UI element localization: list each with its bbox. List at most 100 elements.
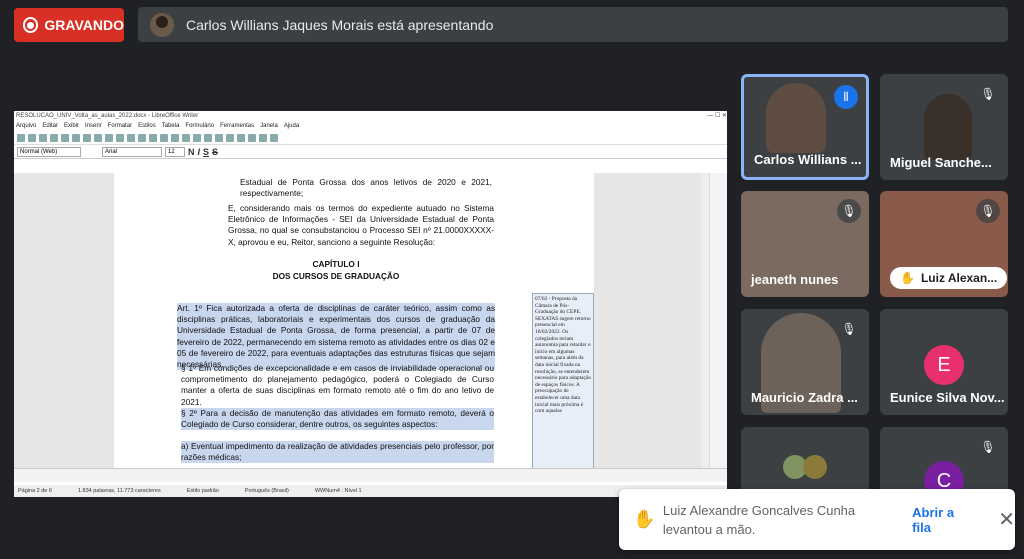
paragraph-style-select[interactable]: Normal (Web) — [17, 146, 81, 157]
sidebar-deck[interactable] — [709, 173, 727, 481]
hand-icon: ✋ — [633, 509, 656, 529]
participant-tile[interactable]: 🎙 jeaneth nunes — [741, 191, 869, 297]
participant-name: Eunice Silva Nov... — [890, 390, 1005, 405]
toolbar-icon[interactable] — [28, 133, 36, 142]
strikethrough-icon[interactable]: S — [212, 147, 218, 157]
toolbar-icon[interactable] — [182, 133, 190, 142]
font-name-select[interactable]: Arial — [102, 146, 162, 157]
participant-name: Mauricio Zadra ... — [751, 390, 858, 405]
recording-label: GRAVANDO — [44, 17, 124, 33]
comment-box[interactable]: 07/02 - Proposta da Câmara de Pós-Gradua… — [532, 293, 594, 481]
presenter-banner: Carlos Willians Jaques Morais está apres… — [138, 7, 1008, 42]
participant-tile[interactable]: 🎙 Miguel Sanche... — [880, 74, 1008, 180]
chapter-subtitle: DOS CURSOS DE GRADUAÇÃO — [272, 271, 400, 281]
shared-screen: RESOLUCAO_UNIV_Volta_as_aulas_2022.docx … — [14, 111, 727, 497]
doc-paragraph-2: § 2º Para a decisão de manutenção das at… — [181, 408, 494, 431]
window-title: RESOLUCAO_UNIV_Volta_as_aulas_2022.docx … — [16, 113, 199, 119]
underline-icon[interactable]: S — [203, 147, 209, 157]
menu-item[interactable]: Exibir — [64, 121, 79, 131]
menu-item[interactable]: Arquivo — [16, 121, 36, 131]
toolbar-icon[interactable] — [17, 133, 25, 142]
font-size-select[interactable]: 12 — [165, 146, 185, 157]
open-queue-button[interactable]: Abrir a fila — [912, 505, 976, 535]
mic-off-icon: 🎙 — [976, 435, 1000, 459]
status-level: WWNum4 : Nível 1 — [314, 488, 362, 494]
toolbar-icon[interactable] — [215, 133, 223, 142]
doc-article-1: Art. 1º Fica autorizada a oferta de disc… — [177, 303, 495, 371]
toolbar-icon[interactable] — [171, 133, 179, 142]
toolbar-icon[interactable] — [72, 133, 80, 142]
menu-item[interactable]: Editar — [42, 121, 58, 131]
presenter-text: Carlos Willians Jaques Morais está apres… — [186, 16, 494, 33]
italic-icon[interactable]: I — [198, 147, 201, 157]
toolbar-icon[interactable] — [270, 133, 278, 142]
menu-item[interactable]: Formatar — [108, 121, 132, 131]
toolbar-icon[interactable] — [237, 133, 245, 142]
standard-toolbar — [14, 131, 727, 145]
participant-tile[interactable]: 🎙 ✋ Luiz Alexan... — [880, 191, 1008, 297]
menu-item[interactable]: Inserir — [85, 121, 102, 131]
mic-off-icon: 🎙 — [837, 199, 861, 223]
document-page[interactable]: Estadual de Ponta Grossa dos anos letivo… — [114, 173, 594, 481]
menu-item[interactable]: Tabela — [162, 121, 180, 131]
participant-avatar: E — [924, 345, 964, 385]
toolbar-icon[interactable] — [94, 133, 102, 142]
toolbar-icon[interactable] — [105, 133, 113, 142]
recording-badge[interactable]: GRAVANDO — [14, 8, 124, 42]
menu-bar: Arquivo Editar Exibir Inserir Formatar E… — [14, 121, 727, 131]
doc-paragraph-1: § 1º Em condições de excepcionalidade e … — [181, 363, 494, 407]
notification-text: Luiz Alexandre Goncalves Cunha levantou … — [662, 502, 856, 537]
toolbar-icon[interactable] — [138, 133, 146, 142]
toolbar-icon[interactable] — [83, 133, 91, 142]
mic-off-icon: 🎙 — [976, 199, 1000, 223]
menu-item[interactable]: Ferramentas — [220, 121, 254, 131]
status-language: Português (Brasil) — [244, 488, 289, 494]
toolbar-icon[interactable] — [248, 133, 256, 142]
doc-paragraph: Estadual de Ponta Grossa dos anos letivo… — [240, 177, 492, 199]
status-page: Página 2 de 6 — [18, 488, 52, 494]
menu-item[interactable]: Ajuda — [284, 121, 299, 131]
close-icon[interactable]: ✕ — [998, 507, 1015, 532]
window-controls: — ☐ ✕ — [707, 113, 727, 119]
toolbar-icon[interactable] — [193, 133, 201, 142]
participant-video — [924, 94, 972, 160]
toolbar-icon[interactable] — [226, 133, 234, 142]
document-area: Estadual de Ponta Grossa dos anos letivo… — [14, 173, 714, 481]
participant-tile[interactable]: 🎙 Mauricio Zadra ... — [741, 309, 869, 415]
participant-avatar — [803, 455, 827, 479]
presenter-avatar — [150, 12, 174, 37]
mic-off-icon: 🎙 — [837, 317, 861, 341]
status-words: 1.834 palavras, 11.773 caracteres — [77, 488, 161, 494]
toolbar-icon[interactable] — [116, 133, 124, 142]
participant-tile[interactable]: E Eunice Silva Nov... — [880, 309, 1008, 415]
toolbar-icon[interactable] — [160, 133, 168, 142]
toolbar-icon[interactable] — [50, 133, 58, 142]
participant-name: jeaneth nunes — [751, 272, 839, 287]
participant-name: Luiz Alexan... — [920, 271, 998, 285]
status-style: Estilo padrão — [186, 488, 219, 494]
record-icon — [23, 17, 39, 33]
window-titlebar: RESOLUCAO_UNIV_Volta_as_aulas_2022.docx … — [14, 111, 727, 121]
participant-name: Carlos Willians ... — [754, 152, 862, 167]
chapter-title: CAPÍTULO I — [312, 259, 360, 269]
formatting-toolbar: Normal (Web) Arial 12 NISS — [14, 145, 727, 159]
participant-tile[interactable]: ⦀ Carlos Willians ... — [741, 74, 869, 180]
menu-item[interactable]: Formulário — [185, 121, 214, 131]
participant-video — [766, 83, 826, 153]
doc-paragraph: E, considerando mais os termos do expedi… — [228, 203, 494, 247]
meet-window: GRAVANDO Carlos Willians Jaques Morais e… — [0, 0, 1024, 559]
bold-icon[interactable]: N — [188, 147, 195, 157]
toolbar-icon[interactable] — [127, 133, 135, 142]
vertical-scrollbar[interactable] — [701, 173, 709, 481]
mic-off-icon: 🎙 — [976, 82, 1000, 106]
toolbar-icon[interactable] — [61, 133, 69, 142]
toolbar-icon[interactable] — [149, 133, 157, 142]
menu-item[interactable]: Estilos — [138, 121, 156, 131]
toolbar-icon[interactable] — [259, 133, 267, 142]
toolbar-icon[interactable] — [39, 133, 47, 142]
toolbar-icon[interactable] — [204, 133, 212, 142]
hand-raised-badge: ✋ Luiz Alexan... — [890, 267, 1008, 289]
hand-raised-notification: ✋ Luiz Alexandre Goncalves Cunha levanto… — [619, 489, 1015, 550]
speaking-icon: ⦀ — [834, 85, 858, 109]
menu-item[interactable]: Janela — [260, 121, 278, 131]
